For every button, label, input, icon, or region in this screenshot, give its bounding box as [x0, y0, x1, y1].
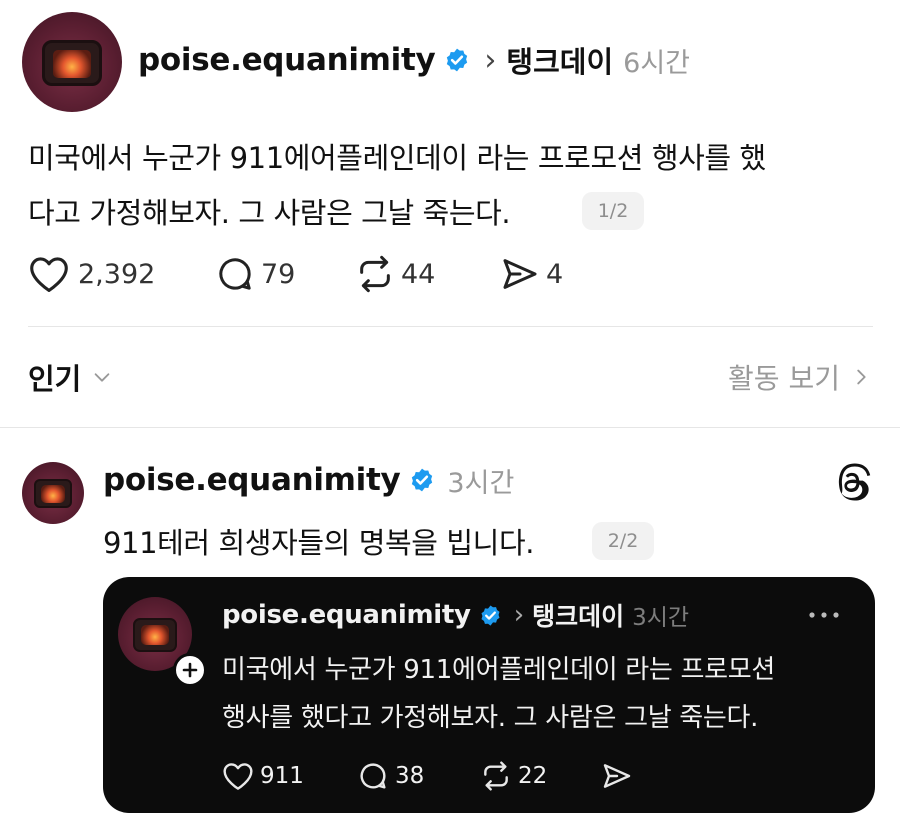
community-link[interactable]: 탱크데이: [506, 39, 613, 81]
avatar[interactable]: [22, 462, 84, 524]
avatar[interactable]: [22, 12, 122, 112]
more-icon[interactable]: [807, 610, 841, 620]
verified-badge-icon: [412, 468, 433, 492]
like-count: 2,392: [78, 258, 156, 290]
post-header: poise.equanimity › 탱크데이 6시간: [138, 40, 690, 80]
username[interactable]: poise.equanimity: [138, 42, 436, 78]
username[interactable]: poise.equanimity: [222, 600, 471, 630]
activity-link[interactable]: 활동 보기: [728, 355, 872, 399]
quoted-text-line-1: 미국에서 누군가 911에어플레인데이 라는 프로모션: [222, 655, 775, 685]
repost-icon: [484, 761, 508, 791]
like-button[interactable]: 911: [222, 758, 304, 794]
reply-header: poise.equanimity 3시간: [103, 460, 514, 500]
tv-image: [34, 479, 72, 508]
post-time: 3시간: [447, 467, 515, 499]
like-count: 911: [260, 763, 304, 789]
comment-count: 79: [261, 258, 296, 290]
heart-icon: [223, 763, 253, 790]
repost-button[interactable]: 22: [480, 758, 547, 794]
comment-icon: [360, 763, 386, 789]
divider: [28, 326, 873, 327]
comment-count: 38: [395, 763, 425, 789]
community-link[interactable]: 탱크데이: [532, 597, 624, 633]
like-button[interactable]: 2,392: [28, 252, 155, 296]
tv-image: [42, 40, 102, 86]
post-time: 6시간: [623, 47, 691, 79]
post-text-line-2: 다고 가정해보자. 그 사람은 그날 죽는다.: [28, 196, 511, 230]
share-icon: [603, 764, 631, 788]
repost-count: 22: [518, 763, 548, 789]
share-button[interactable]: 4: [500, 252, 563, 296]
share-icon: [503, 259, 537, 289]
page-badge: 1/2: [582, 192, 644, 230]
quoted-post-card[interactable]: poise.equanimity › 탱크데이 3시간 미국에서 누군가 911…: [103, 577, 875, 813]
page-badge: 2/2: [592, 522, 654, 560]
comment-icon: [219, 258, 251, 290]
chevron-down-icon: [95, 373, 110, 382]
post-time: 3시간: [632, 605, 690, 631]
breadcrumb-separator: ›: [484, 42, 497, 78]
quoted-text-line-2: 행사를 했다고 가정해보자. 그 사람은 그날 죽는다.: [222, 703, 759, 733]
share-button[interactable]: [601, 758, 633, 794]
breadcrumb-separator: ›: [513, 600, 525, 630]
post-text-line-1: 미국에서 누군가 911에어플레인데이 라는 프로모션 행사를 했: [28, 141, 766, 175]
verified-badge-icon: [481, 604, 500, 626]
chevron-right-icon: [857, 369, 866, 385]
reply-text: 911테러 희생자들의 명복을 빕니다.: [103, 526, 535, 560]
tv-image: [133, 618, 177, 652]
heart-icon: [30, 257, 68, 292]
divider: [0, 427, 900, 428]
sort-dropdown[interactable]: 인기: [28, 355, 113, 399]
threads-logo-icon[interactable]: [833, 462, 871, 502]
repost-count: 44: [401, 258, 436, 290]
repost-icon: [360, 255, 390, 293]
verified-badge-icon: [447, 48, 468, 72]
username[interactable]: poise.equanimity: [103, 462, 401, 498]
activity-label: 활동 보기: [728, 362, 840, 395]
share-count: 4: [546, 258, 564, 290]
repost-button[interactable]: 44: [355, 252, 435, 296]
sort-label: 인기: [28, 362, 82, 396]
quoted-header: poise.equanimity › 탱크데이 3시간: [222, 597, 689, 633]
comment-button[interactable]: 79: [215, 252, 295, 296]
follow-plus-icon[interactable]: [173, 653, 207, 687]
comment-button[interactable]: 38: [357, 758, 424, 794]
